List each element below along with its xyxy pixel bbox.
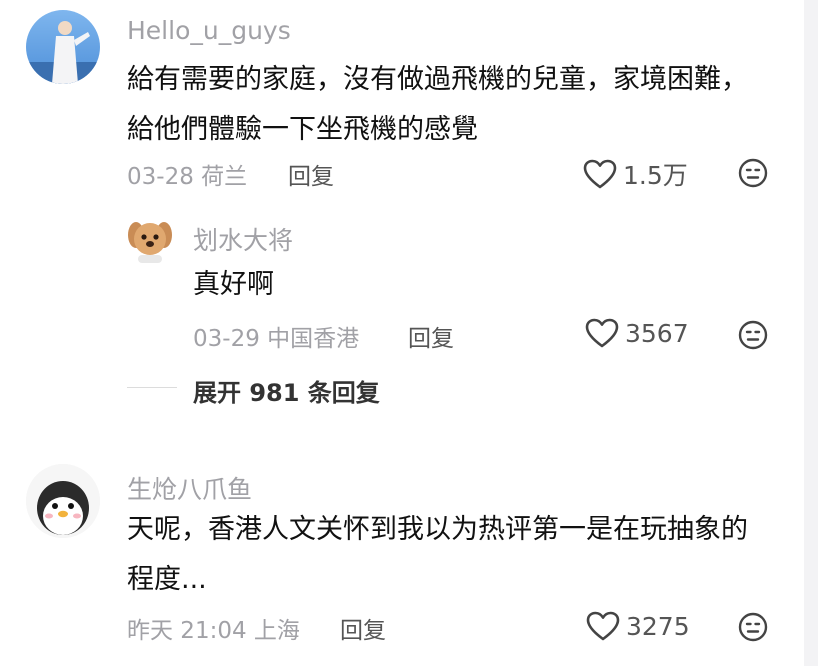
like-count: 3275 <box>626 611 690 641</box>
reply-button[interactable]: 回复 <box>288 157 334 191</box>
like-button[interactable]: 3275 <box>586 611 690 641</box>
right-edge-strip <box>804 0 818 666</box>
like-count: 1.5万 <box>623 161 688 190</box>
expand-divider <box>127 387 177 388</box>
comment-username[interactable]: 生炝八爪鱼 <box>127 470 252 506</box>
reply-dislike-button[interactable] <box>738 320 768 354</box>
reply-like-button[interactable]: 3567 <box>585 318 689 348</box>
like-count: 3567 <box>625 318 689 348</box>
meh-face-icon <box>738 158 768 188</box>
comment-date-location: 昨天 21:04 上海 <box>127 618 300 644</box>
like-button[interactable]: 1.5万 <box>583 156 688 192</box>
meh-face-icon <box>738 612 768 642</box>
dislike-button[interactable] <box>738 612 768 646</box>
heart-icon <box>586 611 620 641</box>
comment-username[interactable]: Hello_u_guys <box>127 16 291 45</box>
heart-icon <box>585 318 619 348</box>
avatar[interactable] <box>26 464 100 538</box>
avatar[interactable] <box>26 10 100 84</box>
comment-text: 給有需要的家庭，沒有做過飛機的兒童，家境困難，給他們體驗一下坐飛機的感覺 <box>127 64 748 145</box>
reply-text: 真好啊 <box>193 269 274 300</box>
comment-text: 天呢，香港人文关怀到我以为热评第一是在玩抽象的程度... <box>127 514 748 595</box>
heart-icon <box>583 159 617 189</box>
meh-face-icon <box>738 320 768 350</box>
comment-date-location: 03-28 荷兰 <box>127 164 248 190</box>
dislike-button[interactable] <box>738 158 768 192</box>
reply-reply-button[interactable]: 回复 <box>408 319 454 353</box>
reply-username[interactable]: 划水大将 <box>193 221 293 257</box>
expand-replies-button[interactable]: 展开 981 条回复 <box>193 373 380 408</box>
reply-button[interactable]: 回复 <box>340 611 386 645</box>
reply-date-location: 03-29 中国香港 <box>193 326 360 352</box>
reply-avatar[interactable] <box>124 213 176 265</box>
